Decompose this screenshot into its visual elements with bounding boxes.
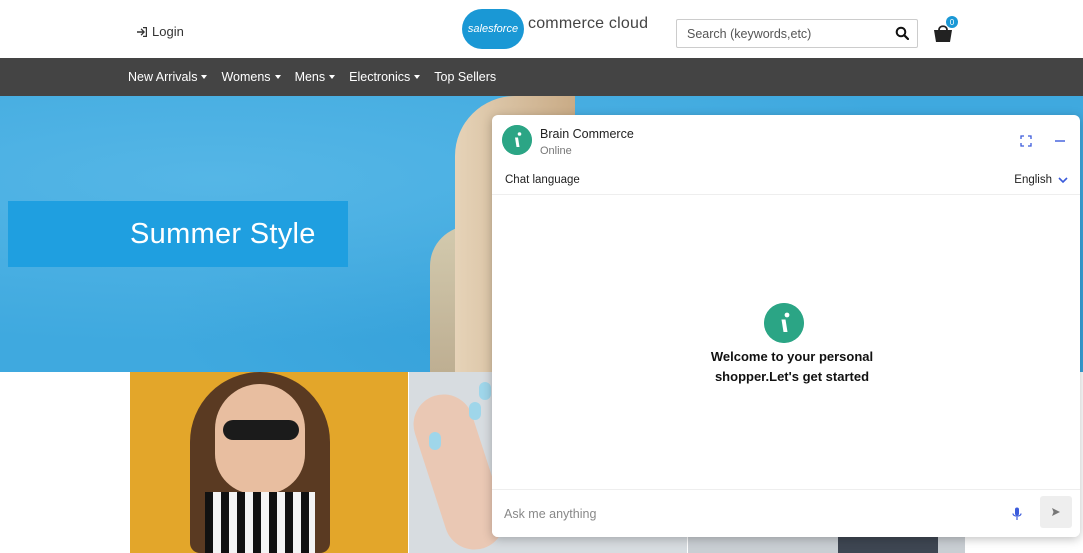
login-link[interactable]: Login [136,24,184,39]
nav-item-electronics[interactable]: Electronics [349,70,421,84]
agent-name: Brain Commerce [540,127,634,141]
search-box [676,19,918,48]
caret-down-icon [274,75,281,79]
caret-down-icon [414,75,421,79]
striped-top [205,492,315,553]
hero-title-banner: Summer Style [8,201,348,267]
nav-item-label: New Arrivals [128,70,198,84]
nav-item-new-arrivals[interactable]: New Arrivals [128,70,208,84]
microphone-icon[interactable] [1011,507,1023,521]
cloud-logo-text: salesforce [467,23,519,35]
nail [469,402,481,420]
nav-item-label: Mens [294,70,326,84]
nav-item-mens[interactable]: Mens [295,70,336,84]
chat-input-bar [492,489,1080,537]
nail [479,382,491,400]
nav-item-label: Womens [221,70,271,84]
brand-logo[interactable]: salesforce commerce cloud [462,9,648,49]
welcome-message: Welcome to your personal shopper.Let's g… [710,349,874,384]
product-tile-womens[interactable] [130,372,408,553]
expand-icon[interactable] [1020,135,1032,147]
nav-item-top-sellers[interactable]: Top Sellers [434,70,496,84]
chevron-down-icon [1058,177,1068,184]
caret-down-icon [329,75,336,79]
nail [429,432,441,450]
chat-message-area: Welcome to your personal shopper.Let's g… [492,195,1080,489]
chat-language-row: Chat language English [492,171,1080,195]
chat-language-select[interactable]: English [1014,174,1068,186]
nav-item-label: Top Sellers [434,70,497,84]
chat-language-value: English [1014,174,1052,186]
nav-item-womens[interactable]: Womens [221,70,281,84]
sunglasses [223,420,299,440]
caret-down-icon [201,75,208,79]
chat-widget: Brain Commerce Online Chat language Engl… [492,115,1080,537]
search-input[interactable] [677,26,882,41]
nav-item-label: Electronics [349,70,411,84]
chat-language-label: Chat language [505,174,580,186]
main-navigation: New Arrivals Womens Mens Electronics Top… [0,58,1083,96]
send-icon [1052,508,1060,516]
chat-header: Brain Commerce Online [492,115,1080,165]
brand-text: commerce cloud [528,15,649,32]
chat-message-input[interactable] [504,502,984,526]
welcome-logo [764,303,804,343]
send-button[interactable] [1040,496,1072,528]
minimize-icon[interactable] [1054,135,1066,147]
login-label: Login [152,24,184,39]
site-header: Login salesforce commerce cloud 0 [0,0,1083,58]
search-icon[interactable] [895,26,909,40]
agent-status: Online [540,145,572,157]
cart-button[interactable]: 0 [932,16,958,44]
agent-avatar [502,125,532,155]
hero-title: Summer Style [130,217,316,250]
sign-in-icon [137,26,147,37]
cart-count-badge: 0 [946,16,958,28]
salesforce-cloud-logo: salesforce [462,9,524,49]
